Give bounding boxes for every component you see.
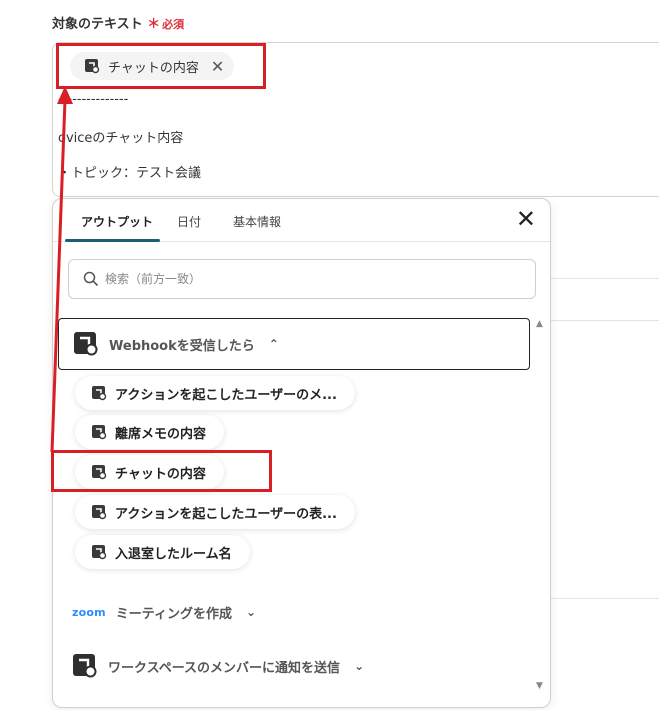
- webhook-icon: [73, 654, 97, 678]
- highlight-box-target-chip: [56, 43, 266, 89]
- text-line-1: ---------------: [58, 92, 129, 107]
- output-item-room-name[interactable]: 入退室したルーム名: [75, 535, 250, 569]
- item-label: アクションを起こしたユーザーの表...: [115, 506, 337, 522]
- close-icon[interactable]: ✕: [516, 207, 536, 231]
- text-line-3: ・トピック：テスト会議: [58, 166, 202, 181]
- zoom-logo: zoom: [72, 605, 106, 619]
- scroll-up-icon[interactable]: ▲: [536, 319, 543, 329]
- webhook-icon: [74, 332, 98, 356]
- output-item-user-name[interactable]: アクションを起こしたユーザーのメ...: [75, 376, 355, 410]
- webhook-icon: [92, 386, 107, 401]
- ovice-section-label: ワークスペースのメンバーに通知を送信: [108, 660, 341, 676]
- webhook-section-header[interactable]: Webhookを受信したら ⌃: [58, 318, 530, 370]
- text-line-2: oviceのチャット内容: [58, 131, 184, 146]
- webhook-section-label: Webhookを受信したら: [109, 338, 255, 354]
- chevron-down-icon: ⌄: [354, 659, 365, 673]
- webhook-icon: [92, 505, 107, 520]
- field-label-text: 対象のテキスト: [52, 17, 143, 32]
- item-label: アクションを起こしたユーザーのメ...: [115, 387, 337, 403]
- highlight-box-source-item: [51, 450, 272, 492]
- ovice-section-header[interactable]: ワークスペースのメンバーに通知を送信 ⌄: [58, 640, 530, 692]
- scroll-down-icon[interactable]: ▼: [536, 681, 543, 691]
- divider: [550, 278, 659, 279]
- tab-bar: アウトプット 日付 基本情報 ✕: [53, 199, 550, 242]
- zoom-section-label: ミーティングを作成: [115, 606, 233, 622]
- tab-output[interactable]: アウトプット: [81, 213, 153, 230]
- search-box[interactable]: [68, 259, 536, 299]
- tab-date[interactable]: 日付: [177, 213, 201, 230]
- tab-basic-info[interactable]: 基本情報: [233, 213, 281, 230]
- divider: [550, 320, 659, 321]
- search-input[interactable]: [105, 272, 505, 286]
- chevron-up-icon: ⌃: [268, 337, 279, 351]
- active-tab-indicator: [65, 239, 160, 242]
- search-icon: [83, 271, 99, 287]
- webhook-icon: [92, 545, 107, 560]
- webhook-icon: [92, 425, 107, 440]
- required-mark: ＊: [147, 17, 161, 32]
- divider: [550, 598, 659, 599]
- item-label: 入退室したルーム名: [115, 546, 232, 562]
- output-item-user-display[interactable]: アクションを起こしたユーザーの表...: [75, 495, 355, 529]
- required-text: 必須: [162, 18, 185, 31]
- item-label: 離席メモの内容: [115, 426, 207, 442]
- zoom-section-header[interactable]: zoom ミーティングを作成 ⌄: [58, 586, 530, 638]
- chevron-down-icon: ⌄: [246, 605, 257, 619]
- field-label: 対象のテキスト ＊必須: [52, 13, 184, 32]
- output-item-away-memo[interactable]: 離席メモの内容: [75, 415, 225, 449]
